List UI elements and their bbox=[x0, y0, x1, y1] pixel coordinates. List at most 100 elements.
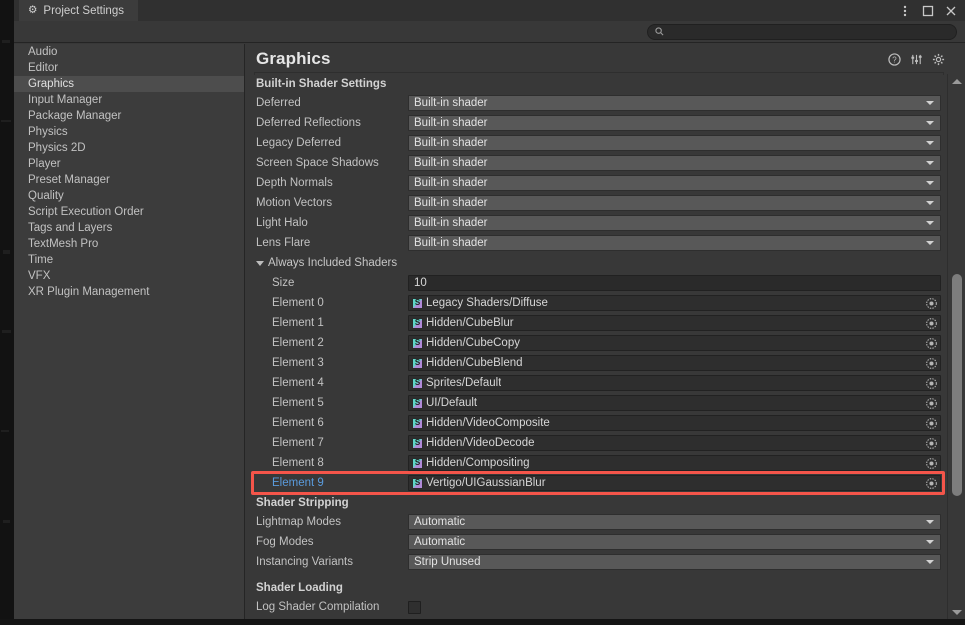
vertical-scrollbar[interactable] bbox=[947, 74, 965, 619]
object-field-element-0[interactable]: S Legacy Shaders/Diffuse bbox=[408, 295, 941, 311]
row-log-shader-compilation: Log Shader Compilation bbox=[246, 597, 947, 617]
sidebar-item-time[interactable]: Time bbox=[14, 252, 244, 268]
row-element-2: Element 2 S Hidden/CubeCopy bbox=[246, 333, 947, 353]
object-picker-icon[interactable] bbox=[925, 417, 938, 430]
size-value: 10 bbox=[414, 277, 427, 289]
dropdown-value: Built-in shader bbox=[414, 117, 488, 129]
close-icon[interactable] bbox=[941, 0, 961, 21]
object-field-element-5[interactable]: S UI/Default bbox=[408, 395, 941, 411]
object-picker-icon[interactable] bbox=[925, 337, 938, 350]
dropdown-motion-vectors[interactable]: Built-in shader bbox=[408, 195, 941, 211]
object-picker-icon[interactable] bbox=[925, 437, 938, 450]
chevron-down-icon bbox=[926, 241, 934, 245]
scroll-down-arrow[interactable] bbox=[948, 605, 965, 619]
field-label: Light Halo bbox=[256, 217, 308, 229]
settings-toolbar bbox=[14, 21, 965, 43]
object-field-element-4[interactable]: S Sprites/Default bbox=[408, 375, 941, 391]
row-deferred-reflections: Deferred Reflections Built-in shader bbox=[246, 113, 947, 133]
chevron-down-icon bbox=[926, 520, 934, 524]
sidebar-item-textmesh-pro[interactable]: TextMesh Pro bbox=[14, 236, 244, 252]
help-icon[interactable]: ? bbox=[888, 53, 901, 66]
sidebar-item-xr-plugin-management[interactable]: XR Plugin Management bbox=[14, 284, 244, 300]
object-field-value: Hidden/CubeBlend bbox=[426, 357, 523, 369]
object-picker-icon[interactable] bbox=[925, 297, 938, 310]
desktop-backdrop-left bbox=[0, 0, 14, 625]
object-field-value: Vertigo/UIGaussianBlur bbox=[426, 477, 546, 489]
dropdown-value: Strip Unused bbox=[414, 556, 481, 568]
sidebar-item-label: Input Manager bbox=[28, 94, 103, 106]
field-label: Screen Space Shadows bbox=[256, 157, 379, 169]
dropdown-fog-modes[interactable]: Automatic bbox=[408, 534, 941, 550]
object-field-element-9[interactable]: S Vertigo/UIGaussianBlur bbox=[408, 475, 941, 491]
sidebar-item-package-manager[interactable]: Package Manager bbox=[14, 108, 244, 124]
row-element-3: Element 3 S Hidden/CubeBlend bbox=[246, 353, 947, 373]
object-field-value: Hidden/VideoDecode bbox=[426, 437, 535, 449]
size-input[interactable]: 10 bbox=[408, 275, 941, 291]
object-picker-icon[interactable] bbox=[925, 397, 938, 410]
sidebar-item-physics-2d[interactable]: Physics 2D bbox=[14, 140, 244, 156]
sidebar-item-physics[interactable]: Physics bbox=[14, 124, 244, 140]
tab-project-settings[interactable]: ⚙ Project Settings bbox=[19, 0, 138, 21]
scrollbar-thumb[interactable] bbox=[952, 274, 962, 496]
object-field-value: Hidden/VideoComposite bbox=[426, 417, 550, 429]
dropdown-depth-normals[interactable]: Built-in shader bbox=[408, 175, 941, 191]
sidebar-item-editor[interactable]: Editor bbox=[14, 60, 244, 76]
sidebar-item-script-execution-order[interactable]: Script Execution Order bbox=[14, 204, 244, 220]
field-label: Fog Modes bbox=[256, 536, 314, 548]
settings-gear-icon[interactable] bbox=[932, 53, 945, 66]
scroll-up-arrow[interactable] bbox=[948, 74, 965, 88]
sidebar-item-label: Preset Manager bbox=[28, 174, 110, 186]
object-field-element-8[interactable]: S Hidden/Compositing bbox=[408, 455, 941, 471]
sidebar-item-audio[interactable]: Audio bbox=[14, 44, 244, 60]
shader-asset-icon: S bbox=[412, 297, 423, 309]
object-picker-icon[interactable] bbox=[925, 377, 938, 390]
preset-icon[interactable] bbox=[910, 53, 923, 66]
chevron-down-icon bbox=[926, 540, 934, 544]
sidebar-item-tags-and-layers[interactable]: Tags and Layers bbox=[14, 220, 244, 236]
foldout-always-included-shaders[interactable]: Always Included Shaders bbox=[246, 253, 947, 273]
shader-asset-icon: S bbox=[412, 437, 423, 449]
sidebar-item-vfx[interactable]: VFX bbox=[14, 268, 244, 284]
dropdown-screen-space-shadows[interactable]: Built-in shader bbox=[408, 155, 941, 171]
dropdown-light-halo[interactable]: Built-in shader bbox=[408, 215, 941, 231]
dropdown-value: Automatic bbox=[414, 536, 466, 548]
object-field-element-2[interactable]: S Hidden/CubeCopy bbox=[408, 335, 941, 351]
maximize-icon[interactable] bbox=[918, 0, 938, 21]
element-label: Element 1 bbox=[272, 317, 324, 329]
dropdown-value: Built-in shader bbox=[414, 177, 488, 189]
search-field[interactable] bbox=[647, 24, 957, 40]
sidebar-item-label: XR Plugin Management bbox=[28, 286, 150, 298]
more-options-icon[interactable] bbox=[895, 0, 915, 21]
row-motion-vectors: Motion Vectors Built-in shader bbox=[246, 193, 947, 213]
graphics-settings-panel: Graphics ? Built-in Shader Settings Defe… bbox=[246, 44, 965, 619]
object-picker-icon[interactable] bbox=[925, 477, 938, 490]
element-label: Element 6 bbox=[272, 417, 324, 429]
sidebar-item-player[interactable]: Player bbox=[14, 156, 244, 172]
sidebar-item-graphics[interactable]: Graphics bbox=[14, 76, 244, 92]
object-field-element-6[interactable]: S Hidden/VideoComposite bbox=[408, 415, 941, 431]
object-picker-icon[interactable] bbox=[925, 457, 938, 470]
chevron-down-icon bbox=[926, 221, 934, 225]
search-input[interactable] bbox=[668, 26, 949, 38]
sidebar-item-input-manager[interactable]: Input Manager bbox=[14, 92, 244, 108]
object-field-element-7[interactable]: S Hidden/VideoDecode bbox=[408, 435, 941, 451]
object-picker-icon[interactable] bbox=[925, 357, 938, 370]
row-size: Size 10 bbox=[246, 273, 947, 293]
sidebar-item-label: Tags and Layers bbox=[28, 222, 113, 234]
sidebar-item-preset-manager[interactable]: Preset Manager bbox=[14, 172, 244, 188]
dropdown-instancing-variants[interactable]: Strip Unused bbox=[408, 554, 941, 570]
dropdown-value: Built-in shader bbox=[414, 97, 488, 109]
settings-category-list[interactable]: Audio Editor Graphics Input Manager Package … bbox=[14, 44, 245, 619]
dropdown-deferred-reflections[interactable]: Built-in shader bbox=[408, 115, 941, 131]
object-picker-icon[interactable] bbox=[925, 317, 938, 330]
sidebar-item-quality[interactable]: Quality bbox=[14, 188, 244, 204]
field-label: Depth Normals bbox=[256, 177, 333, 189]
dropdown-deferred[interactable]: Built-in shader bbox=[408, 95, 941, 111]
dropdown-lens-flare[interactable]: Built-in shader bbox=[408, 235, 941, 251]
object-field-element-1[interactable]: S Hidden/CubeBlur bbox=[408, 315, 941, 331]
dropdown-lightmap-modes[interactable]: Automatic bbox=[408, 514, 941, 530]
log-shader-compilation-checkbox[interactable] bbox=[408, 600, 421, 614]
object-field-element-3[interactable]: S Hidden/CubeBlend bbox=[408, 355, 941, 371]
dropdown-legacy-deferred[interactable]: Built-in shader bbox=[408, 135, 941, 151]
dropdown-value: Built-in shader bbox=[414, 157, 488, 169]
